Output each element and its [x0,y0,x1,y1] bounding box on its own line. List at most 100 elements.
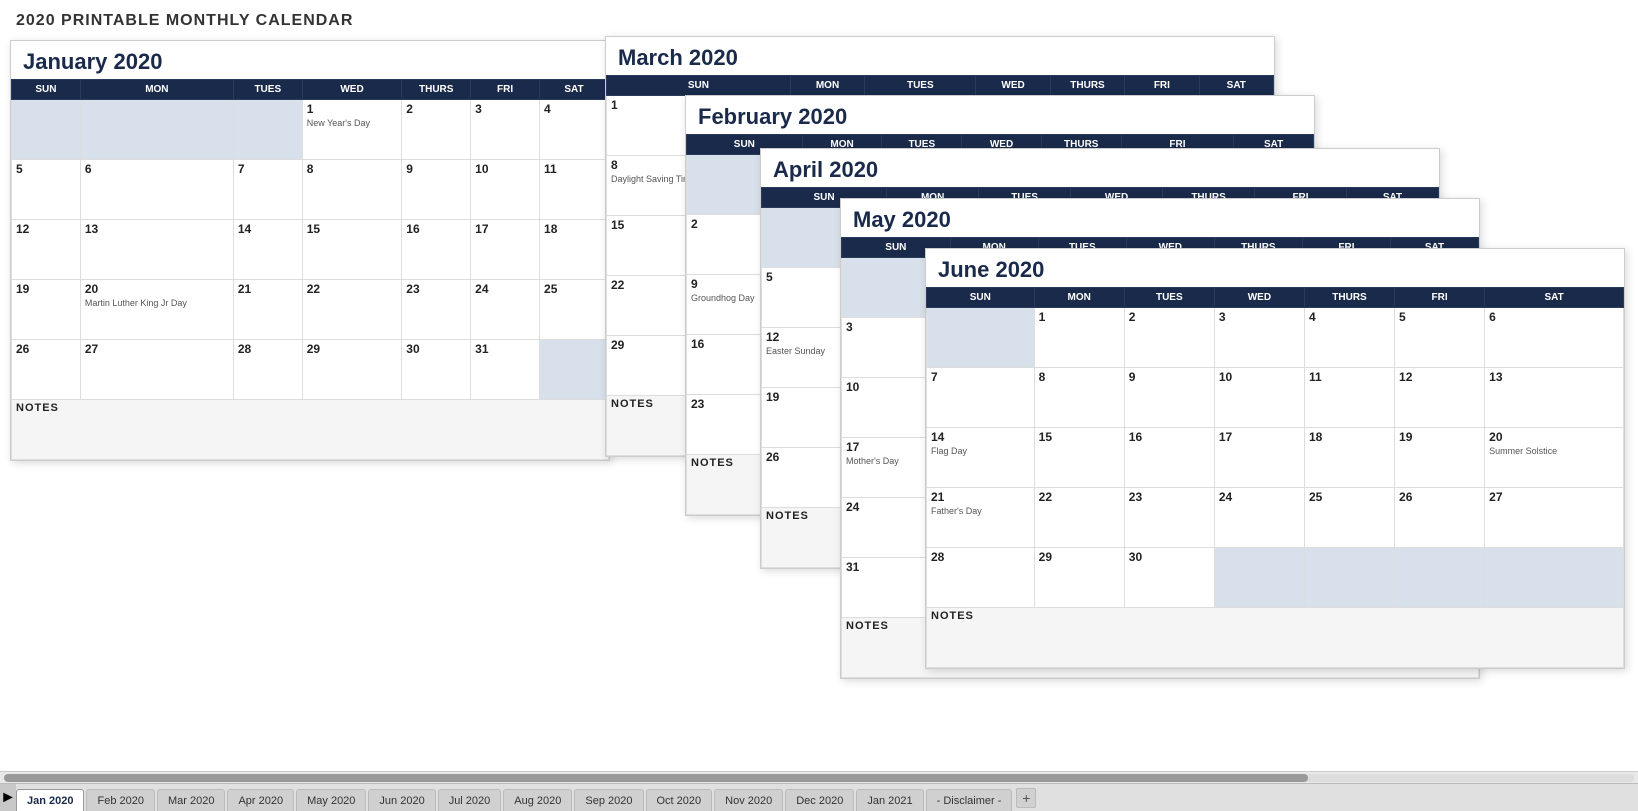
table-row: 16 [1124,428,1214,488]
table-row: 24 [1214,488,1304,548]
table-row: 31 [471,340,540,400]
april-title: April 2020 [761,149,1439,187]
table-row: 5 [1395,308,1485,368]
sheet-tab[interactable]: Apr 2020 [227,789,294,811]
table-row [12,100,81,160]
table-row: 4 [1304,308,1394,368]
table-row: 20Martin Luther King Jr Day [80,280,233,340]
sheet-tab[interactable]: Nov 2020 [714,789,783,811]
june-table: SUN MON TUES WED THURS FRI SAT 123456789… [926,287,1624,668]
table-row [927,308,1035,368]
table-row: 10 [471,160,540,220]
table-row: 9 [1124,368,1214,428]
horizontal-scrollbar[interactable] [0,771,1638,783]
table-row: 19 [1395,428,1485,488]
table-row: 7 [927,368,1035,428]
table-row: 13 [1485,368,1624,428]
june-calendar: June 2020 SUN MON TUES WED THURS FRI SAT… [925,248,1625,669]
table-row: 11 [1304,368,1394,428]
sheet-tab-bar: ► Jan 2020Feb 2020Mar 2020Apr 2020May 20… [0,783,1638,811]
sheet-tab[interactable]: Jun 2020 [368,789,435,811]
table-row: 6 [80,160,233,220]
may-title: May 2020 [841,199,1479,237]
sheet-tab[interactable]: Jan 2020 [16,789,84,811]
jan-notes: NOTES [12,400,609,460]
table-row: 3 [1214,308,1304,368]
table-row: 12 [1395,368,1485,428]
sheet-tab[interactable]: Mar 2020 [157,789,225,811]
table-row: 29 [1034,548,1124,608]
table-row: 10 [1214,368,1304,428]
jan-hdr-sun: SUN [12,80,81,100]
table-row: 11 [540,160,609,220]
table-row: 9 [402,160,471,220]
jan-hdr-fri: FRI [471,80,540,100]
table-row: 22 [1034,488,1124,548]
sheet-tab[interactable]: Jul 2020 [438,789,502,811]
sheet-tab[interactable]: - Disclaimer - [926,789,1013,811]
tab-scroll-left[interactable]: ► [0,784,16,811]
table-row: 4 [540,100,609,160]
table-row [233,100,302,160]
table-row: 26 [1395,488,1485,548]
table-row [1395,548,1485,608]
march-title: March 2020 [606,37,1274,75]
page-title: 2020 PRINTABLE MONTHLY CALENDAR [0,0,1638,34]
table-row: 18 [1304,428,1394,488]
table-row: 15 [1034,428,1124,488]
table-row: 28 [233,340,302,400]
jan-hdr-wed: WED [302,80,402,100]
table-row [1485,548,1624,608]
table-row: 30 [402,340,471,400]
table-row: 2 [402,100,471,160]
jun-notes: NOTES [927,608,1624,668]
jun-notes-row: NOTES [927,608,1624,668]
january-calendar: January 2020 SUN MON TUES WED THURS FRI … [10,40,610,461]
table-row: 23 [402,280,471,340]
scroll-track[interactable] [4,774,1634,782]
table-row: 14 [233,220,302,280]
sheet-tab[interactable]: May 2020 [296,789,366,811]
table-row: 17 [471,220,540,280]
table-row: 1New Year's Day [302,100,402,160]
february-title: February 2020 [686,96,1314,134]
june-title: June 2020 [926,249,1624,287]
jan-hdr-thu: THURS [402,80,471,100]
jan-hdr-mon: MON [80,80,233,100]
sheet-tab[interactable]: Feb 2020 [86,789,154,811]
table-row: 18 [540,220,609,280]
table-row: 27 [80,340,233,400]
sheet-tab[interactable]: Jan 2021 [856,789,923,811]
jan-hdr-sat: SAT [540,80,609,100]
sheet-tab[interactable]: Aug 2020 [503,789,572,811]
scroll-thumb[interactable] [4,774,1308,782]
tabs-container: Jan 2020Feb 2020Mar 2020Apr 2020May 2020… [16,784,1014,811]
table-row: 7 [233,160,302,220]
table-row [1214,548,1304,608]
add-sheet-button[interactable]: + [1016,788,1036,808]
january-table: SUN MON TUES WED THURS FRI SAT 1New Year… [11,79,609,460]
table-row: 3 [471,100,540,160]
table-row: 27 [1485,488,1624,548]
table-row: 8 [1034,368,1124,428]
table-row: 28 [927,548,1035,608]
sheet-tab[interactable]: Oct 2020 [646,789,713,811]
table-row: 5 [12,160,81,220]
table-row: 21 [233,280,302,340]
jan-notes-row: NOTES [12,400,609,460]
table-row [540,340,609,400]
table-row: 14Flag Day [927,428,1035,488]
sheet-tab[interactable]: Sep 2020 [574,789,643,811]
table-row: 23 [1124,488,1214,548]
table-row: 20Summer Solstice [1485,428,1624,488]
table-row: 17 [1214,428,1304,488]
jan-hdr-tue: TUES [233,80,302,100]
table-row: 12 [12,220,81,280]
table-row: 25 [1304,488,1394,548]
january-title: January 2020 [11,41,609,79]
sheet-tab[interactable]: Dec 2020 [785,789,854,811]
table-row: 30 [1124,548,1214,608]
table-row: 19 [12,280,81,340]
table-row: 22 [302,280,402,340]
table-row: 15 [302,220,402,280]
